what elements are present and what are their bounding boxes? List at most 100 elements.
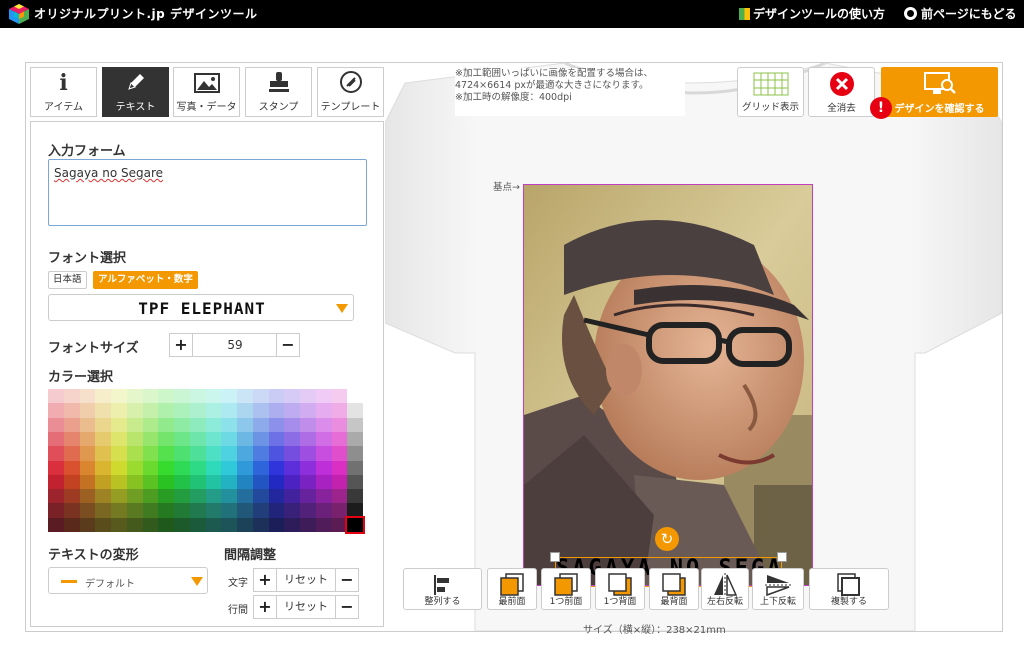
color-swatch[interactable] (221, 389, 237, 404)
color-swatch[interactable] (158, 517, 174, 532)
color-swatch[interactable] (284, 446, 300, 461)
color-swatch[interactable] (331, 417, 348, 432)
color-palette[interactable] (48, 389, 365, 535)
color-swatch[interactable] (347, 389, 363, 404)
color-swatch[interactable] (95, 431, 111, 447)
color-swatch[interactable] (158, 431, 174, 447)
flip-vertical-button[interactable]: 上下反転 (752, 568, 804, 610)
color-swatch[interactable] (284, 474, 300, 490)
color-swatch[interactable] (158, 460, 174, 475)
color-swatch[interactable] (48, 403, 64, 418)
color-swatch[interactable] (237, 389, 253, 404)
color-swatch[interactable] (48, 489, 64, 504)
color-swatch[interactable] (268, 403, 285, 418)
color-swatch[interactable] (221, 474, 237, 490)
color-swatch[interactable] (300, 446, 316, 461)
color-swatch[interactable] (237, 431, 253, 447)
color-swatch[interactable] (268, 460, 285, 475)
color-swatch[interactable] (95, 446, 111, 461)
color-swatch[interactable] (79, 489, 96, 504)
color-swatch[interactable] (189, 460, 206, 475)
align-button[interactable]: 整列する (403, 568, 482, 610)
color-swatch[interactable] (331, 474, 348, 490)
color-swatch[interactable] (268, 389, 285, 404)
color-swatch[interactable] (252, 503, 269, 518)
color-swatch[interactable] (174, 503, 190, 518)
color-swatch[interactable] (268, 417, 285, 432)
color-swatch[interactable] (126, 417, 143, 432)
color-swatch[interactable] (205, 517, 222, 532)
color-swatch[interactable] (142, 446, 159, 461)
color-swatch[interactable] (189, 474, 206, 490)
color-swatch[interactable] (174, 403, 190, 418)
color-swatch[interactable] (331, 460, 348, 475)
color-swatch[interactable] (48, 417, 64, 432)
color-swatch[interactable] (142, 474, 159, 490)
color-swatch[interactable] (221, 460, 237, 475)
color-swatch[interactable] (300, 403, 316, 418)
char-spacing-decrease-button[interactable]: − (335, 568, 359, 592)
char-spacing-reset-button[interactable]: リセット (277, 568, 335, 592)
color-swatch[interactable] (126, 389, 143, 404)
tab-stamp[interactable]: スタンプ (245, 67, 312, 117)
color-swatch[interactable] (252, 417, 269, 432)
color-swatch[interactable] (284, 389, 300, 404)
color-swatch[interactable] (237, 503, 253, 518)
color-swatch[interactable] (174, 446, 190, 461)
color-swatch[interactable] (347, 503, 363, 518)
color-swatch[interactable] (315, 503, 332, 518)
color-swatch[interactable] (189, 517, 206, 532)
color-swatch[interactable] (315, 517, 332, 532)
color-swatch[interactable] (95, 503, 111, 518)
color-swatch[interactable] (111, 389, 127, 404)
text-input[interactable]: Sagaya no Segare (48, 159, 367, 226)
color-swatch[interactable] (79, 389, 96, 404)
color-swatch[interactable] (237, 417, 253, 432)
back-link[interactable]: 前ページにもどる (904, 5, 1017, 22)
color-swatch[interactable] (48, 389, 64, 404)
color-swatch[interactable] (284, 503, 300, 518)
color-swatch[interactable] (79, 503, 96, 518)
color-swatch[interactable] (189, 431, 206, 447)
color-swatch[interactable] (63, 474, 80, 490)
color-swatch[interactable] (48, 431, 64, 447)
color-swatch[interactable] (315, 403, 332, 418)
color-swatch[interactable] (126, 403, 143, 418)
color-swatch[interactable] (300, 460, 316, 475)
lang-japanese-button[interactable]: 日本語 (48, 271, 87, 289)
color-swatch[interactable] (142, 389, 159, 404)
color-swatch[interactable] (284, 431, 300, 447)
color-swatch[interactable] (268, 517, 285, 532)
color-swatch[interactable] (268, 431, 285, 447)
lang-alphanumeric-button[interactable]: アルファベット・数字 (93, 271, 198, 289)
color-swatch[interactable] (315, 474, 332, 490)
color-swatch[interactable] (268, 474, 285, 490)
color-swatch[interactable] (205, 489, 222, 504)
color-swatch[interactable] (221, 403, 237, 418)
color-swatch[interactable] (331, 431, 348, 447)
color-swatch[interactable] (95, 474, 111, 490)
line-spacing-reset-button[interactable]: リセット (277, 595, 335, 619)
bring-front-button[interactable]: 最前面 (487, 568, 537, 610)
char-spacing-increase-button[interactable]: + (253, 568, 277, 592)
color-swatch[interactable] (126, 503, 143, 518)
color-swatch[interactable] (205, 389, 222, 404)
color-swatch[interactable] (284, 417, 300, 432)
color-swatch[interactable] (300, 389, 316, 404)
color-swatch[interactable] (63, 417, 80, 432)
duplicate-button[interactable]: 複製する (809, 568, 889, 610)
color-swatch[interactable] (126, 431, 143, 447)
color-swatch[interactable] (79, 403, 96, 418)
color-swatch[interactable] (126, 460, 143, 475)
color-swatch[interactable] (111, 489, 127, 504)
font-size-value[interactable]: 59 (193, 333, 277, 357)
color-swatch[interactable] (284, 517, 300, 532)
color-swatch[interactable] (221, 489, 237, 504)
color-swatch[interactable] (48, 446, 64, 461)
color-swatch[interactable] (63, 517, 80, 532)
color-swatch[interactable] (111, 446, 127, 461)
color-swatch[interactable] (347, 474, 363, 490)
color-swatch[interactable] (111, 517, 127, 532)
clear-all-button[interactable]: 全消去 (808, 67, 875, 117)
color-swatch[interactable] (63, 403, 80, 418)
